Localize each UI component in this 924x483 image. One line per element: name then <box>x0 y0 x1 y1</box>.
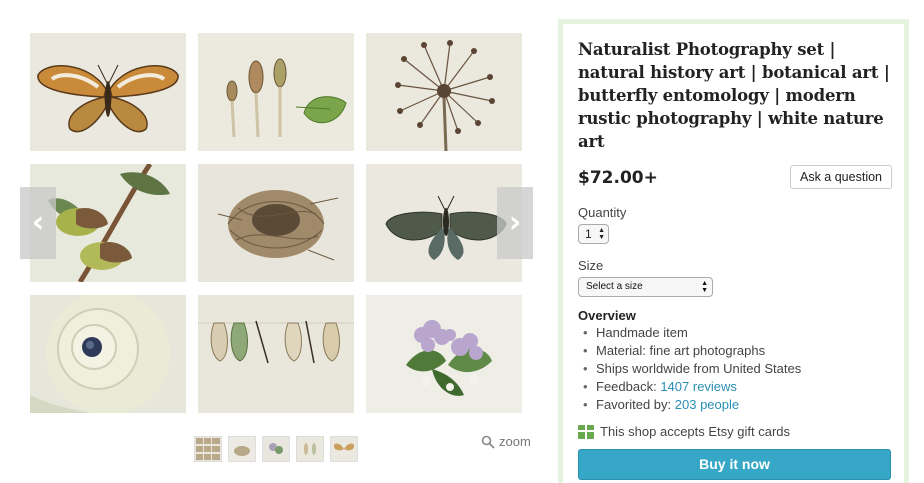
gift-cards-notice: This shop accepts Etsy gift cards <box>578 424 894 439</box>
thumbnail-strip <box>194 436 364 462</box>
tile-lilac <box>366 295 522 413</box>
size-select[interactable]: Select a size ▲ ▼ <box>578 277 713 297</box>
ask-question-button[interactable]: Ask a question <box>790 165 892 189</box>
lilac-image <box>366 295 522 413</box>
reviews-link[interactable]: 1407 reviews <box>660 379 737 394</box>
gift-cards-text: This shop accepts Etsy gift cards <box>600 424 791 439</box>
size-label: Size <box>578 258 604 273</box>
size-value: Select a size <box>586 281 643 292</box>
select-arrows-icon: ▲ ▼ <box>701 280 708 294</box>
overview-handmade: Handmade item <box>578 324 894 342</box>
tile-snail-shell <box>30 295 186 413</box>
feedback-label: Feedback: <box>596 379 661 394</box>
thumbnail-collage[interactable] <box>194 436 222 462</box>
tile-bird-nest <box>198 164 354 282</box>
tile-seedhead <box>366 33 522 151</box>
snail-shell-image <box>30 295 186 413</box>
magnifier-icon <box>481 435 495 449</box>
tile-seed-pods <box>198 33 354 151</box>
quantity-value: 1 <box>585 227 592 241</box>
quantity-label: Quantity <box>578 205 627 220</box>
thumbnail-flowers[interactable] <box>262 436 290 462</box>
chevron-right-icon: › <box>508 205 522 240</box>
image-gallery: ‹ › zoom <box>0 0 550 483</box>
thumbnail-butterfly[interactable] <box>330 436 358 462</box>
seedhead-image <box>366 33 522 151</box>
zoom-label: zoom <box>499 434 531 449</box>
overview-favorited: Favorited by: 203 people <box>578 396 894 414</box>
next-image-button[interactable]: › <box>497 187 533 259</box>
price-row: $72.00+ Ask a question <box>578 165 894 191</box>
favorited-link[interactable]: 203 people <box>675 397 739 412</box>
quantity-select[interactable]: 1 ▲ ▼ <box>578 224 609 244</box>
listing-title: Naturalist Photography set | natural his… <box>578 40 890 151</box>
previous-image-button[interactable]: ‹ <box>20 187 56 259</box>
zoom-button[interactable]: zoom <box>481 434 531 449</box>
listing-panel: Naturalist Photography set | natural his… <box>558 19 909 483</box>
tile-chrysalises <box>198 295 354 413</box>
overview-list: Handmade item Material: fine art photogr… <box>578 324 894 414</box>
select-arrows-icon: ▲ ▼ <box>598 227 605 241</box>
seed-pods-image <box>198 33 354 151</box>
photo-grid[interactable] <box>30 33 522 413</box>
chevron-left-icon: ‹ <box>31 205 45 240</box>
overview-heading: Overview <box>578 308 636 323</box>
overview-shipping: Ships worldwide from United States <box>578 360 894 378</box>
overview-material: Material: fine art photographs <box>578 342 894 360</box>
buy-now-button[interactable]: Buy it now <box>578 449 891 480</box>
tile-butterfly <box>30 33 186 151</box>
gift-card-icon <box>578 424 594 439</box>
butterfly-image <box>30 33 186 151</box>
bird-nest-image <box>198 164 354 282</box>
thumbnail-chrysalis[interactable] <box>296 436 324 462</box>
chrysalises-image <box>198 295 354 413</box>
favorited-label: Favorited by: <box>596 397 675 412</box>
thumbnail-nest[interactable] <box>228 436 256 462</box>
overview-feedback: Feedback: 1407 reviews <box>578 378 894 396</box>
